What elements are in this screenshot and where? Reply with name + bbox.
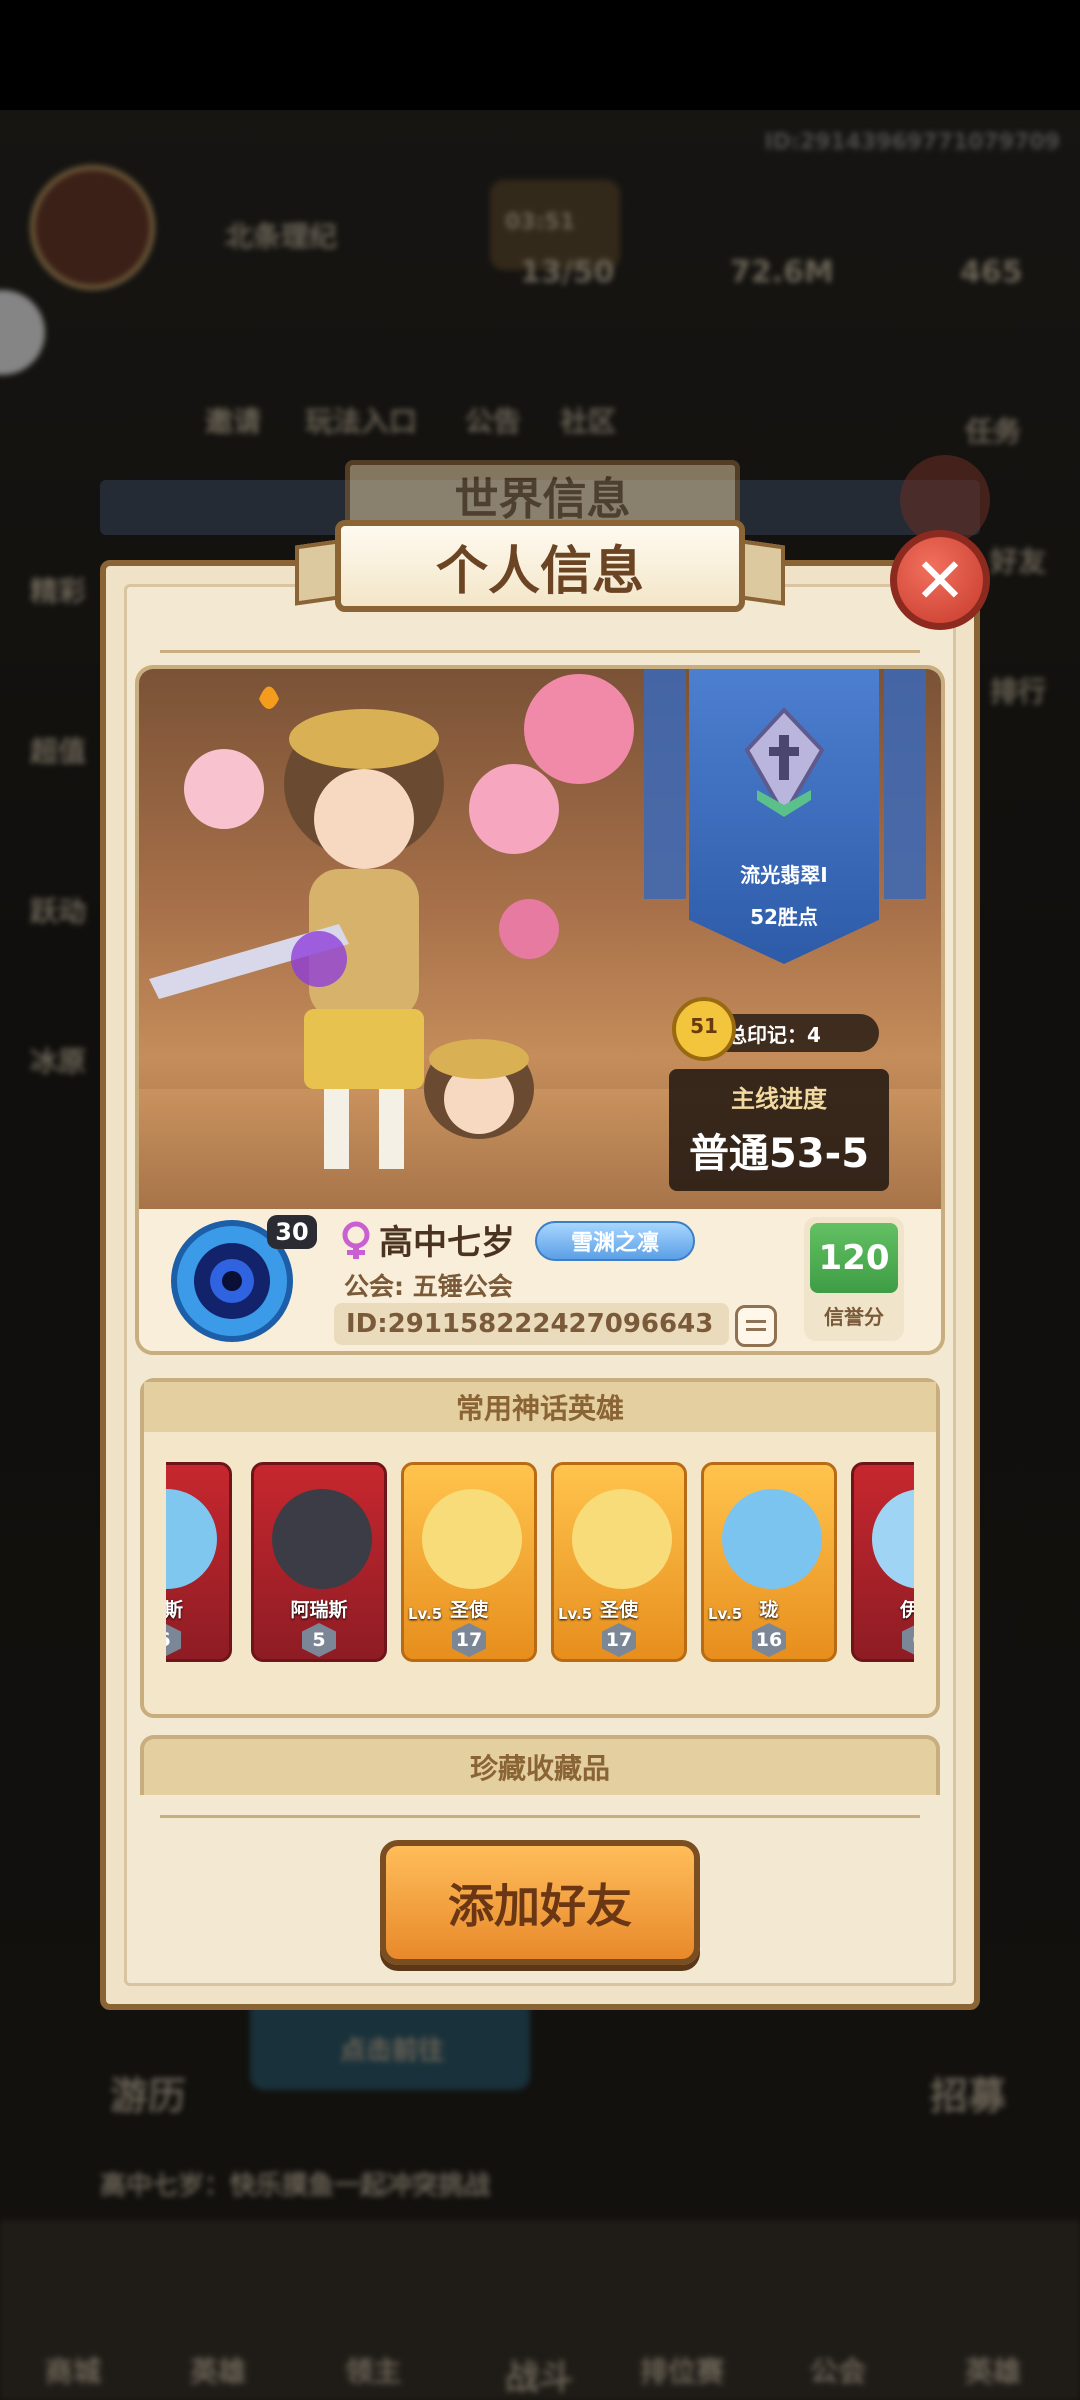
hero-name: 尼斯 xyxy=(166,1595,229,1622)
hero-card[interactable]: 阿瑞斯 5 xyxy=(251,1462,387,1662)
hero-card[interactable]: Lv.5 珑 16 xyxy=(701,1462,837,1662)
hero-card[interactable]: 伊格6 xyxy=(851,1462,914,1662)
main-progress-value: 普通53-5 xyxy=(688,1131,870,1177)
character-scene: 流光翡翠I 52胜点 总印记：4 51 主线进度 普通53-5 xyxy=(139,669,941,1209)
main-progress-label: 主线进度 xyxy=(731,1085,827,1113)
profile-info-row: 30 高中七岁 雪渊之凛 公会: 五锤公会 ID:291158222427096… xyxy=(139,1209,941,1351)
title-badge: 雪渊之凛 xyxy=(535,1221,695,1261)
hero-name: 阿瑞斯 xyxy=(290,1599,348,1621)
hero-level: 17 xyxy=(452,1623,486,1657)
hero-level: 6 xyxy=(166,1623,181,1657)
hero-level: 16 xyxy=(752,1623,786,1657)
trust-score-label: 信誉分 xyxy=(824,1305,884,1329)
hero-name: 圣使 xyxy=(599,1599,638,1621)
main-progress: 主线进度 普通53-5 xyxy=(669,1069,889,1191)
bottom-divider xyxy=(160,1815,920,1818)
player-banner-card: 流光翡翠I 52胜点 总印记：4 51 主线进度 普通53-5 30 高中七岁 … xyxy=(135,665,945,1355)
copy-icon xyxy=(746,1320,766,1331)
trust-score: 120 信誉分 xyxy=(804,1217,904,1341)
collection-header: 珍藏收藏品 xyxy=(140,1735,940,1795)
hero-card[interactable]: 尼斯6 xyxy=(166,1462,232,1662)
favorite-heroes-header: 常用神话英雄 xyxy=(144,1382,936,1432)
mark-badge-number: 51 xyxy=(690,1014,718,1038)
female-icon xyxy=(342,1221,370,1259)
close-button[interactable]: ✕ xyxy=(890,530,990,630)
close-icon: ✕ xyxy=(914,543,966,617)
player-level-badge: 30 xyxy=(267,1215,317,1249)
hero-list[interactable]: 尼斯6 阿瑞斯5 Lv.5圣使17 Lv.5圣使17 Lv.5珑16 伊格6 xyxy=(166,1462,914,1672)
hero-level: 17 xyxy=(602,1623,636,1657)
dialog-title: 个人信息 xyxy=(335,520,745,612)
hero-name: 珑 xyxy=(759,1599,779,1621)
total-marks-label: 总印记：4 xyxy=(727,1022,821,1047)
character-illustration xyxy=(149,674,634,1169)
hero-card[interactable]: Lv.5 圣使 17 xyxy=(401,1462,537,1662)
rank-name: 流光翡翠I xyxy=(740,863,828,887)
mark-badge-icon: 51 xyxy=(669,994,739,1064)
hero-level: 5 xyxy=(302,1623,336,1657)
hero-card[interactable]: Lv.5 圣使 17 xyxy=(551,1462,687,1662)
hero-name: 圣使 xyxy=(449,1599,488,1621)
add-friend-button[interactable]: 添加好友 xyxy=(380,1840,700,1965)
status-bar xyxy=(0,0,1080,110)
dialog-title-ribbon: 个人信息 xyxy=(295,520,785,620)
top-divider xyxy=(160,650,920,653)
copy-id-button[interactable] xyxy=(735,1305,777,1347)
guild-name: 公会: 五锤公会 xyxy=(344,1272,513,1301)
player-name: 高中七岁 xyxy=(379,1223,515,1263)
favorite-heroes-panel: 常用神话英雄 尼斯6 阿瑞斯5 Lv.5圣使17 Lv.5圣使17 Lv.5珑1… xyxy=(140,1378,940,1718)
player-id: ID:291158222427096643 xyxy=(334,1303,729,1345)
trust-score-value: 120 xyxy=(810,1223,898,1293)
rank-emblem-icon xyxy=(744,707,825,820)
hero-level: 6 xyxy=(902,1623,914,1657)
hero-name: 伊格 xyxy=(854,1595,914,1622)
rank-points: 52胜点 xyxy=(750,905,818,929)
